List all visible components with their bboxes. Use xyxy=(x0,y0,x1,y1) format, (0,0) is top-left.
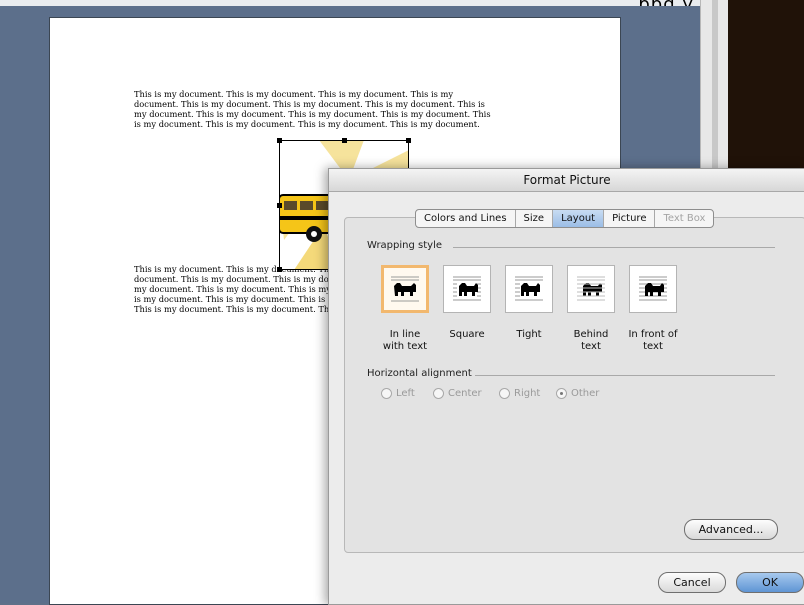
align-center-radio[interactable]: Center xyxy=(433,388,482,399)
wrap-option-label: Tight xyxy=(516,329,542,340)
resize-handle[interactable] xyxy=(277,138,282,143)
ok-button[interactable]: OK xyxy=(736,572,804,593)
wrap-tight-icon xyxy=(515,276,543,301)
document-paragraph[interactable]: This is my document. This is my document… xyxy=(134,89,544,129)
wrap-in-front-option[interactable] xyxy=(629,265,677,313)
wrap-behind-icon xyxy=(577,276,605,301)
tab-colors-and-lines[interactable]: Colors and Lines xyxy=(416,210,516,227)
advanced-button[interactable]: Advanced... xyxy=(684,519,778,540)
resize-handle[interactable] xyxy=(342,138,347,143)
tab-text-box: Text Box xyxy=(663,213,706,224)
wrap-inline-option[interactable] xyxy=(381,265,429,313)
radio-button[interactable] xyxy=(381,388,392,399)
wrap-inline-icon xyxy=(391,276,419,302)
resize-handle[interactable] xyxy=(277,203,282,208)
wrapping-style-label: Wrapping style xyxy=(367,240,442,251)
radio-label: Other xyxy=(571,388,600,399)
wrap-behind-option[interactable] xyxy=(567,265,615,313)
tab-size[interactable]: Size xyxy=(516,210,554,227)
cancel-button[interactable]: Cancel xyxy=(658,572,726,593)
tab-picture[interactable]: Picture xyxy=(604,210,656,227)
wrap-option-label: In front of text xyxy=(628,329,678,352)
radio-label: Center xyxy=(448,388,482,399)
wrap-square-option[interactable] xyxy=(443,265,491,313)
wrap-option-label: In line with text xyxy=(382,329,428,352)
tab-layout[interactable]: Layout xyxy=(553,210,605,227)
resize-handle[interactable] xyxy=(277,267,282,272)
wrap-square-icon xyxy=(453,276,481,301)
wrap-tight-option[interactable] xyxy=(505,265,553,313)
radio-button[interactable] xyxy=(433,388,444,399)
divider xyxy=(475,375,775,376)
align-right-radio[interactable]: Right xyxy=(499,388,540,399)
wrap-option-label: Square xyxy=(449,329,485,340)
resize-handle[interactable] xyxy=(406,138,411,143)
dialog-title[interactable]: Format Picture xyxy=(329,169,804,192)
divider xyxy=(453,247,775,248)
horizontal-alignment-label: Horizontal alignment xyxy=(367,368,472,379)
wrap-option-label: Behind text xyxy=(573,329,609,352)
format-picture-dialog: Format Picture Colors and Lines Size Lay… xyxy=(328,168,804,605)
wrap-front-icon xyxy=(639,276,667,301)
radio-label: Left xyxy=(396,388,415,399)
align-left-radio[interactable]: Left xyxy=(381,388,415,399)
radio-button[interactable] xyxy=(556,388,567,399)
radio-label: Right xyxy=(514,388,541,399)
tab-bar: Colors and Lines Size Layout Picture Tex… xyxy=(415,209,715,228)
align-other-radio[interactable]: Other xyxy=(556,388,599,399)
radio-button[interactable] xyxy=(499,388,510,399)
